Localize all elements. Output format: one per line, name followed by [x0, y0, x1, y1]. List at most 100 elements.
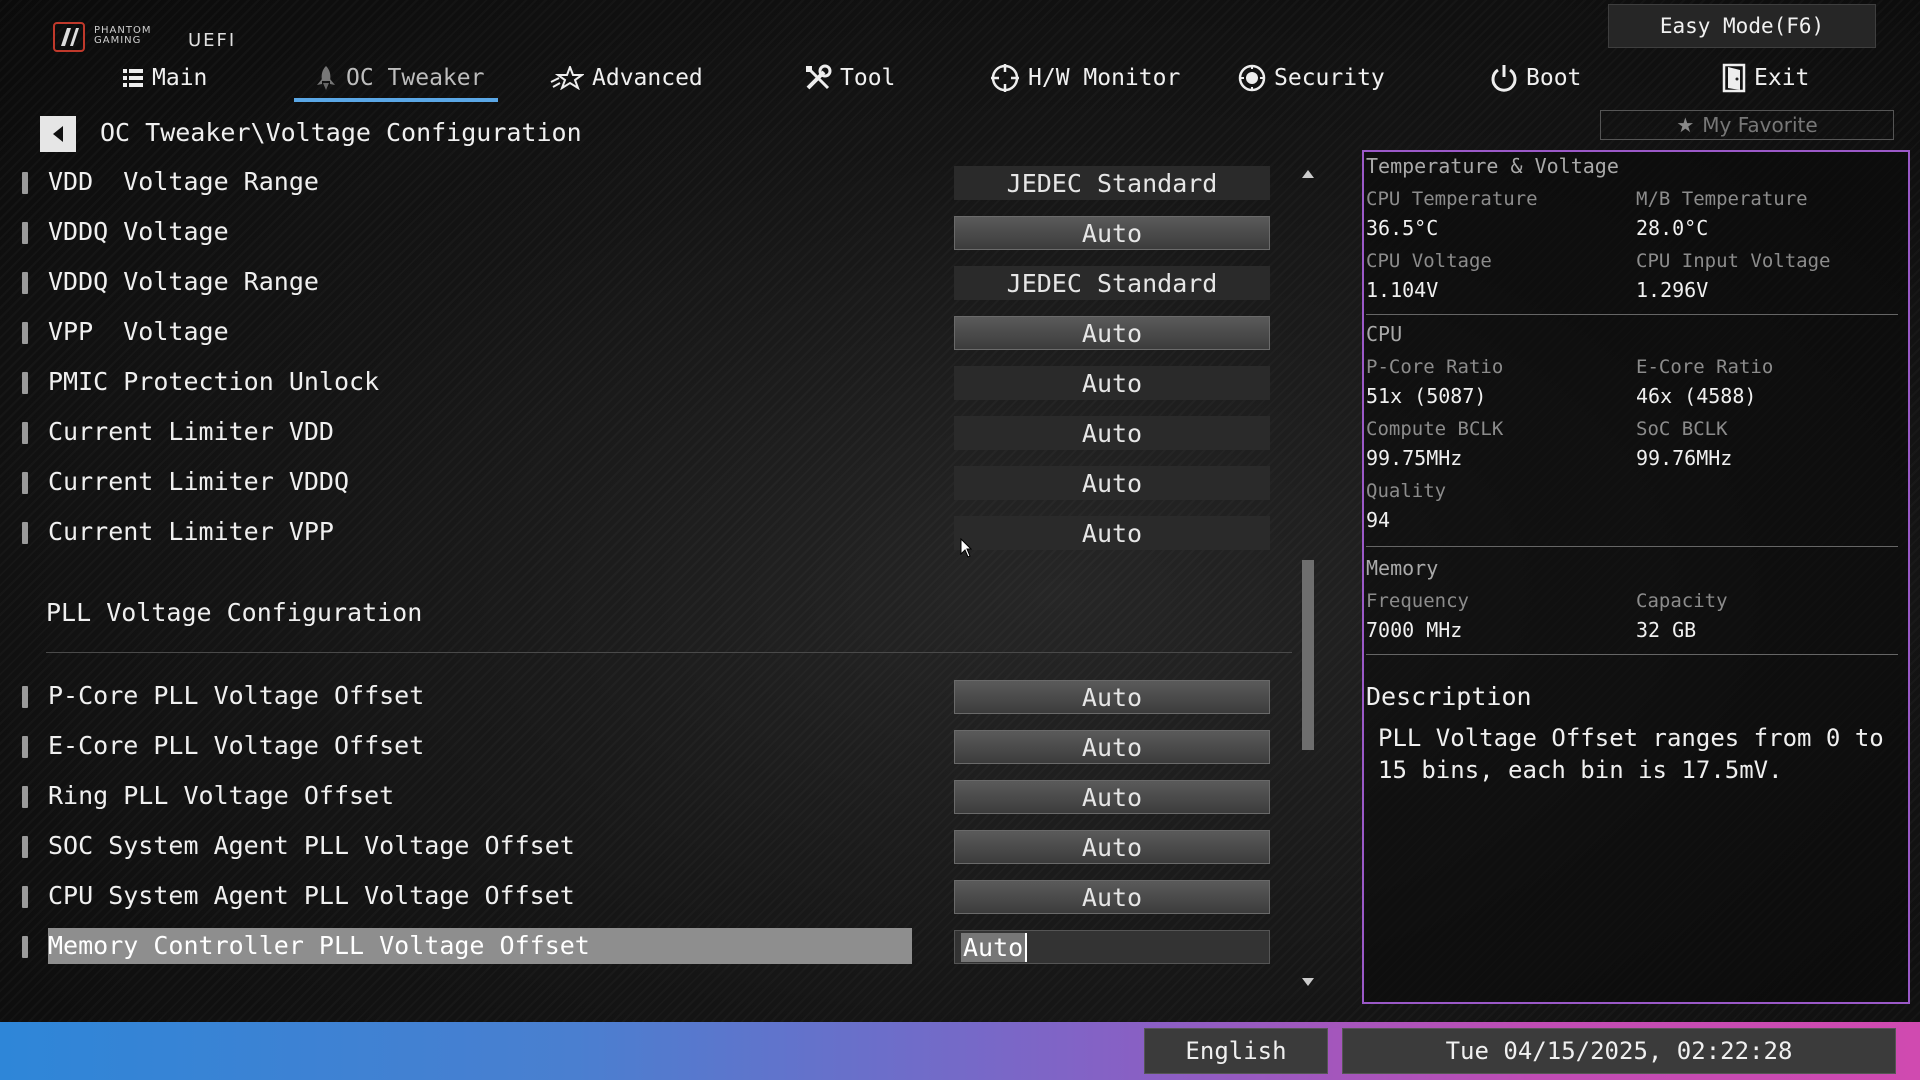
- cpu-voltage-value: 1.104V: [1366, 278, 1439, 302]
- pcore-ratio-value: 51x (5087): [1366, 384, 1487, 408]
- rocket-icon: [317, 66, 335, 90]
- setting-row[interactable]: P-Core PLL Voltage Offset Auto: [0, 676, 1300, 716]
- row-bullet: [22, 936, 28, 958]
- back-button[interactable]: [40, 116, 76, 152]
- crosshair-icon: [991, 64, 1019, 92]
- setting-row[interactable]: CPU System Agent PLL Voltage Offset Auto: [0, 876, 1300, 916]
- ecore-ratio-value: 46x (4588): [1636, 384, 1757, 408]
- setting-label: PMIC Protection Unlock: [48, 367, 380, 396]
- description-title: Description: [1366, 682, 1532, 711]
- setting-row[interactable]: VDD Voltage Range JEDEC Standard: [0, 162, 1300, 202]
- tab-label: Advanced: [592, 65, 703, 91]
- setting-label: VDD Voltage Range: [48, 167, 319, 196]
- star-icon: ★: [1676, 113, 1695, 137]
- breadcrumb: OC Tweaker\Voltage Configuration: [100, 118, 582, 147]
- tab-oc-tweaker[interactable]: OC Tweaker: [293, 56, 500, 102]
- row-bullet: [22, 886, 28, 908]
- setting-row[interactable]: SOC System Agent PLL Voltage Offset Auto: [0, 826, 1300, 866]
- setting-row[interactable]: Current Limiter VDDQ Auto: [0, 462, 1300, 502]
- row-bullet: [22, 172, 28, 194]
- tab-boot[interactable]: Boot: [1490, 56, 1581, 100]
- quality-label: Quality: [1366, 480, 1447, 502]
- mouse-cursor-icon: [960, 538, 972, 558]
- setting-label: VDDQ Voltage: [48, 217, 229, 246]
- setting-label: CPU System Agent PLL Voltage Offset: [48, 881, 575, 910]
- setting-row[interactable]: VDDQ Voltage Range JEDEC Standard: [0, 262, 1300, 302]
- row-bullet: [22, 836, 28, 858]
- setting-value[interactable]: Auto: [954, 830, 1270, 864]
- panel-divider: [1366, 314, 1898, 315]
- scroll-up-arrow-icon[interactable]: [1302, 170, 1314, 178]
- tab-label: Main: [152, 65, 208, 91]
- row-bullet: [22, 686, 28, 708]
- datetime-display[interactable]: Tue 04/15/2025, 02:22:28: [1342, 1028, 1896, 1074]
- compute-bclk-value: 99.75MHz: [1366, 446, 1463, 470]
- setting-row[interactable]: VPP Voltage Auto: [0, 312, 1300, 352]
- cpu-input-voltage-label: CPU Input Voltage: [1636, 250, 1831, 272]
- tab-tool[interactable]: Tool: [804, 56, 895, 100]
- setting-value[interactable]: Auto: [954, 780, 1270, 814]
- row-bullet: [22, 322, 28, 344]
- quality-value: 94: [1366, 508, 1391, 532]
- setting-label: VPP Voltage: [48, 317, 229, 346]
- row-bullet: [22, 786, 28, 808]
- my-favorite-button[interactable]: ★ My Favorite: [1600, 110, 1894, 140]
- setting-value[interactable]: Auto: [954, 730, 1270, 764]
- arrow-left-icon: [53, 126, 63, 142]
- cpu-voltage-label: CPU Voltage: [1366, 250, 1492, 272]
- cpu-temp-label: CPU Temperature: [1366, 188, 1538, 210]
- setting-value[interactable]: Auto: [954, 466, 1270, 500]
- cpu-title: CPU: [1366, 322, 1403, 346]
- setting-row[interactable]: VDDQ Voltage Auto: [0, 212, 1300, 252]
- setting-row[interactable]: Ring PLL Voltage Offset Auto: [0, 776, 1300, 816]
- easy-mode-button[interactable]: Easy Mode(F6): [1608, 4, 1876, 48]
- setting-row[interactable]: Current Limiter VDD Auto: [0, 412, 1300, 452]
- setting-row[interactable]: E-Core PLL Voltage Offset Auto: [0, 726, 1300, 766]
- setting-label: Memory Controller PLL Voltage Offset: [48, 928, 912, 964]
- setting-row[interactable]: Current Limiter VPP Auto: [0, 512, 1300, 552]
- setting-value[interactable]: Auto: [954, 680, 1270, 714]
- setting-value[interactable]: Auto: [954, 366, 1270, 400]
- setting-label: SOC System Agent PLL Voltage Offset: [48, 831, 575, 860]
- soc-bclk-value: 99.76MHz: [1636, 446, 1733, 470]
- setting-label: Current Limiter VPP: [48, 517, 334, 546]
- setting-value[interactable]: JEDEC Standard: [954, 266, 1270, 300]
- ecore-ratio-label: E-Core Ratio: [1636, 356, 1774, 378]
- power-icon: [1491, 65, 1517, 92]
- section-divider: [46, 652, 1292, 653]
- tab-label: OC Tweaker: [346, 65, 485, 91]
- setting-row-selected[interactable]: Memory Controller PLL Voltage Offset Aut…: [0, 926, 1300, 966]
- setting-value[interactable]: JEDEC Standard: [954, 166, 1270, 200]
- settings-scrollbar[interactable]: [1302, 170, 1314, 986]
- tab-hw-monitor[interactable]: H/W Monitor: [990, 56, 1180, 100]
- row-bullet: [22, 472, 28, 494]
- tools-icon: [806, 64, 832, 90]
- setting-value[interactable]: Auto: [954, 316, 1270, 350]
- setting-row[interactable]: PMIC Protection Unlock Auto: [0, 362, 1300, 402]
- tab-main[interactable]: Main: [122, 56, 207, 100]
- tab-label: Boot: [1526, 65, 1582, 91]
- mb-temp-label: M/B Temperature: [1636, 188, 1808, 210]
- tab-label: Exit: [1754, 65, 1810, 91]
- tab-exit[interactable]: Exit: [1722, 56, 1809, 100]
- mb-temp-value: 28.0°C: [1636, 216, 1709, 240]
- setting-value-input[interactable]: Auto: [954, 930, 1270, 964]
- favorite-label: My Favorite: [1702, 113, 1818, 137]
- setting-value[interactable]: Auto: [954, 880, 1270, 914]
- tab-security[interactable]: Security: [1238, 56, 1385, 100]
- scroll-down-arrow-icon[interactable]: [1302, 978, 1314, 986]
- frequency-value: 7000 MHz: [1366, 618, 1463, 642]
- tab-advanced[interactable]: Advanced: [550, 56, 703, 100]
- description-text: PLL Voltage Offset ranges from 0 to 15 b…: [1378, 724, 1884, 784]
- shield-icon: [1238, 64, 1266, 92]
- asrock-logo: PHANTOM GAMING UEFI: [52, 20, 242, 60]
- scroll-thumb[interactable]: [1302, 560, 1314, 750]
- list-icon: [123, 69, 143, 87]
- language-button[interactable]: English: [1144, 1028, 1328, 1074]
- setting-value[interactable]: Auto: [954, 216, 1270, 250]
- setting-value[interactable]: Auto: [954, 416, 1270, 450]
- input-text: Auto: [961, 932, 1028, 962]
- pcore-ratio-label: P-Core Ratio: [1366, 356, 1504, 378]
- status-bar: English Tue 04/15/2025, 02:22:28: [0, 1022, 1920, 1080]
- setting-value[interactable]: Auto: [954, 516, 1270, 550]
